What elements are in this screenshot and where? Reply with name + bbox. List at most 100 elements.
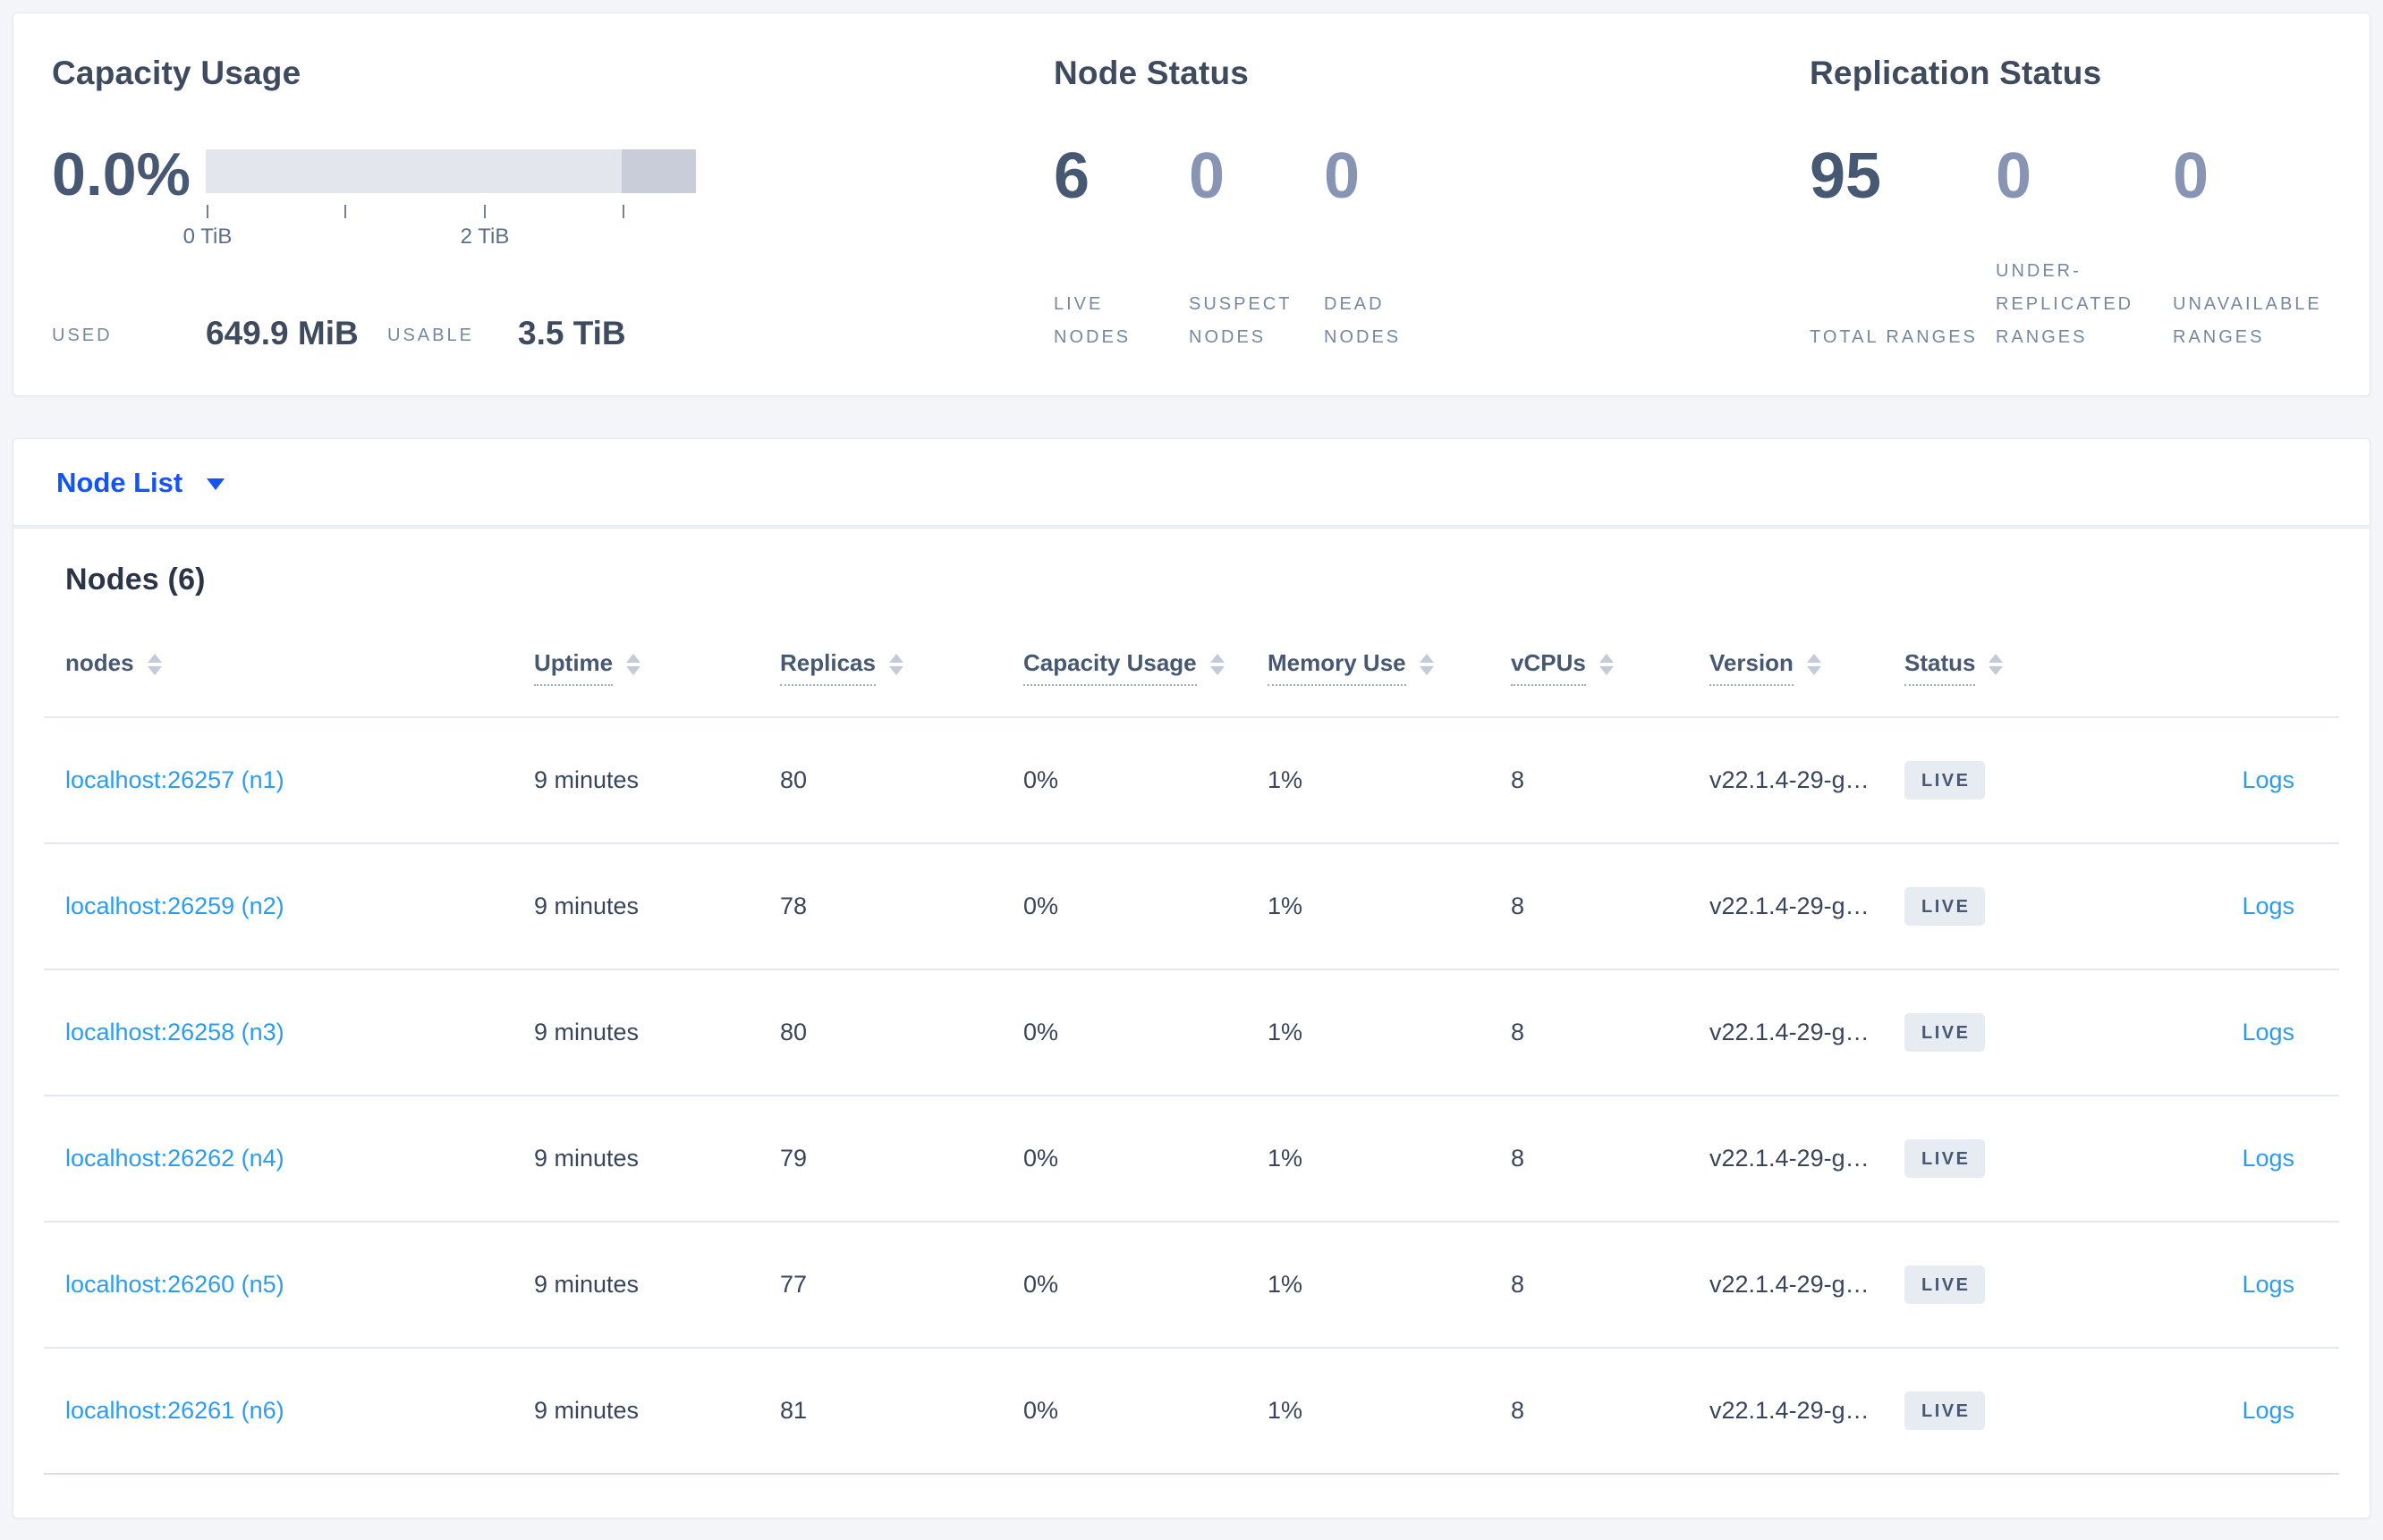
under-replicated-ranges-stat: 0 UNDER-REPLICATED RANGES [1996, 144, 2173, 354]
used-label: USED [52, 326, 113, 345]
capacity-cell: 0% [1023, 1347, 1268, 1475]
uptime-cell: 9 minutes [534, 1095, 780, 1223]
dead-nodes-stat: 0 DEAD NODES [1324, 144, 1459, 354]
sort-icon[interactable] [147, 654, 162, 676]
capacity-cell: 0% [1023, 716, 1268, 844]
memory-cell: 1% [1268, 716, 1511, 844]
status-badge: LIVE [1904, 1265, 1986, 1304]
nodes-table: nodes Uptime Replicas Capacity Usage Mem… [44, 603, 2339, 1475]
node-status-title: Node Status [1054, 55, 1250, 91]
replicas-cell: 81 [780, 1347, 1023, 1475]
total-ranges-stat: 95 TOTAL RANGES [1810, 144, 1996, 354]
vcpus-cell: 8 [1511, 716, 1709, 844]
node-link[interactable]: localhost:26258 (n3) [65, 1019, 284, 1045]
capacity-cell: 0% [1023, 842, 1268, 970]
used-value: 649.9 MiB [206, 315, 359, 351]
node-list-dropdown[interactable]: Node List [56, 469, 225, 496]
memory-cell: 1% [1268, 1221, 1511, 1349]
usable-value: 3.5 TiB [518, 315, 626, 351]
capacity-usage-title: Capacity Usage [52, 55, 301, 91]
column-header-replicas[interactable]: Replicas [780, 603, 1023, 718]
capacity-bar-chart: 0 TiB 2 TiB [183, 149, 696, 249]
vcpus-cell: 8 [1511, 1221, 1709, 1349]
memory-cell: 1% [1268, 1095, 1511, 1223]
logs-link[interactable]: Logs [2242, 766, 2294, 793]
logs-link[interactable]: Logs [2242, 1397, 2294, 1424]
dead-nodes-value: 0 [1324, 140, 1361, 212]
status-badge: LIVE [1904, 886, 1986, 926]
logs-link[interactable]: Logs [2242, 1145, 2294, 1172]
chevron-down-icon [207, 478, 225, 490]
capacity-cell: 0% [1023, 1095, 1268, 1223]
unavailable-ranges-stat: 0 UNAVAILABLE RANGES [2173, 140, 2319, 354]
version-cell: v22.1.4-29-g… [1709, 1347, 1904, 1475]
column-header-vcpus[interactable]: vCPUs [1511, 603, 1709, 718]
version-cell: v22.1.4-29-g… [1709, 1221, 1904, 1349]
column-header-capacity-usage[interactable]: Capacity Usage [1023, 603, 1268, 718]
column-header-memory-use[interactable]: Memory Use [1268, 603, 1511, 718]
sort-icon[interactable] [626, 654, 641, 676]
vcpus-cell: 8 [1511, 1347, 1709, 1475]
total-ranges-value: 95 [1810, 140, 1882, 212]
live-nodes-label: LIVE NODES [1054, 294, 1132, 347]
capacity-cell: 0% [1023, 969, 1268, 1096]
sort-icon[interactable] [1989, 654, 2004, 676]
usable-label: USABLE [387, 326, 474, 345]
logs-link[interactable]: Logs [2242, 1019, 2294, 1045]
node-link[interactable]: localhost:26260 (n5) [65, 1271, 284, 1298]
unavailable-ranges-value: 0 [2173, 140, 2209, 212]
replicas-cell: 77 [780, 1221, 1023, 1349]
vcpus-cell: 8 [1511, 969, 1709, 1096]
suspect-nodes-value: 0 [1189, 140, 1225, 212]
axis-tick [623, 205, 624, 218]
sort-icon[interactable] [1806, 654, 1821, 676]
vcpus-cell: 8 [1511, 842, 1709, 970]
dead-nodes-label: DEAD NODES [1324, 294, 1402, 347]
table-row: localhost:26261 (n6) 9 minutes 81 0% 1% … [44, 1347, 2339, 1475]
status-badge: LIVE [1904, 1138, 1986, 1178]
uptime-cell: 9 minutes [534, 1221, 780, 1349]
column-header-status[interactable]: Status [1904, 603, 2101, 718]
axis-tick [207, 205, 208, 218]
node-link[interactable]: localhost:26259 (n2) [65, 893, 284, 919]
version-cell: v22.1.4-29-g… [1709, 969, 1904, 1096]
logs-link[interactable]: Logs [2242, 1271, 2294, 1298]
table-row: localhost:26257 (n1) 9 minutes 80 0% 1% … [44, 716, 2339, 844]
memory-cell: 1% [1268, 842, 1511, 970]
capacity-bar-reserved-segment [622, 149, 696, 193]
capacity-usage-legend: USED 649.9 MiB USABLE 3.5 TiB [52, 308, 678, 354]
view-selector-bar: Node List [13, 438, 2370, 526]
status-badge: LIVE [1904, 1391, 1986, 1430]
memory-cell: 1% [1268, 969, 1511, 1096]
capacity-used-percent: 0.0% [52, 140, 191, 208]
table-row: localhost:26260 (n5) 9 minutes 77 0% 1% … [44, 1221, 2339, 1349]
table-row: localhost:26259 (n2) 9 minutes 78 0% 1% … [44, 842, 2339, 970]
node-link[interactable]: localhost:26262 (n4) [65, 1145, 284, 1172]
column-header-nodes[interactable]: nodes [44, 603, 534, 718]
total-ranges-label: TOTAL RANGES [1810, 327, 1978, 347]
nodes-heading: Nodes (6) [65, 563, 206, 597]
axis-tick [484, 205, 486, 218]
version-cell: v22.1.4-29-g… [1709, 1095, 1904, 1223]
uptime-cell: 9 minutes [534, 969, 780, 1096]
logs-link[interactable]: Logs [2242, 893, 2294, 919]
sort-icon[interactable] [1419, 654, 1434, 676]
sort-icon[interactable] [888, 654, 903, 676]
node-link[interactable]: localhost:26257 (n1) [65, 766, 284, 793]
uptime-cell: 9 minutes [534, 716, 780, 844]
column-header-uptime[interactable]: Uptime [534, 603, 780, 718]
node-list-dropdown-label: Node List [56, 466, 183, 498]
column-header-version[interactable]: Version [1709, 603, 1904, 718]
node-link[interactable]: localhost:26261 (n6) [65, 1397, 284, 1424]
column-header-logs [2101, 603, 2339, 718]
node-status-section: Node Status 6 LIVE NODES 0 SUSPECT NODES… [1054, 56, 1459, 354]
sort-icon[interactable] [1599, 654, 1614, 676]
table-row: localhost:26258 (n3) 9 minutes 80 0% 1% … [44, 969, 2339, 1096]
replicas-cell: 79 [780, 1095, 1023, 1223]
under-replicated-ranges-value: 0 [1996, 140, 2032, 212]
capacity-cell: 0% [1023, 1221, 1268, 1349]
sort-icon[interactable] [1209, 654, 1225, 676]
status-badge: LIVE [1904, 1012, 1986, 1052]
replicas-cell: 78 [780, 842, 1023, 970]
version-cell: v22.1.4-29-g… [1709, 842, 1904, 970]
